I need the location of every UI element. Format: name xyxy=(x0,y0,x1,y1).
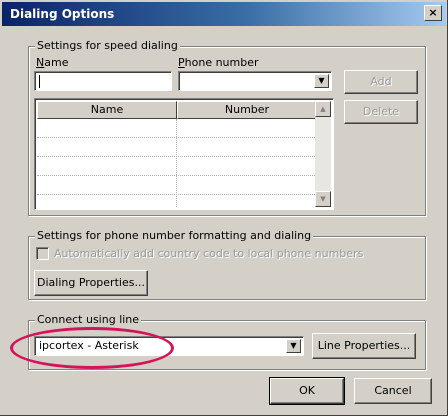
vertical-scrollbar[interactable]: ▲ ▼ xyxy=(315,101,331,207)
ok-button[interactable]: OK xyxy=(269,377,345,405)
title-bar[interactable]: Dialing Options × xyxy=(2,2,446,26)
phone-number-combo[interactable]: ▼ xyxy=(178,71,332,91)
list-item[interactable] xyxy=(37,138,317,157)
close-button[interactable]: × xyxy=(424,5,442,21)
scroll-up-icon[interactable]: ▲ xyxy=(315,101,331,117)
line-properties-button[interactable]: Line Properties... xyxy=(312,333,416,359)
connect-line-group-label: Connect using line xyxy=(35,313,142,326)
formatting-group-label: Settings for phone number formatting and… xyxy=(35,229,314,242)
dialing-properties-button[interactable]: Dialing Properties... xyxy=(34,270,148,296)
speed-dial-list[interactable]: Name Number ▲ ▼ xyxy=(34,98,334,210)
list-item[interactable] xyxy=(37,119,317,138)
highlight-ellipse xyxy=(10,327,174,369)
speed-dialing-group-label: Settings for speed dialing xyxy=(35,39,180,52)
auto-country-code-label: Automatically add country code to local … xyxy=(54,247,364,260)
phone-number-label: Phone number xyxy=(178,56,259,69)
column-header-number[interactable]: Number xyxy=(177,101,317,119)
column-divider xyxy=(176,119,177,207)
window-title: Dialing Options xyxy=(10,7,115,21)
scroll-down-icon[interactable]: ▼ xyxy=(315,191,331,207)
list-item[interactable] xyxy=(37,157,317,176)
dialing-options-dialog: Dialing Options × Settings for speed dia… xyxy=(0,0,448,416)
auto-country-code-checkbox[interactable] xyxy=(36,247,49,260)
name-input[interactable] xyxy=(34,71,172,91)
delete-button[interactable]: Delete xyxy=(344,100,418,124)
list-item[interactable] xyxy=(37,176,317,195)
name-label: Name xyxy=(36,56,69,69)
column-header-name[interactable]: Name xyxy=(37,101,177,119)
add-button[interactable]: Add xyxy=(344,70,418,94)
chevron-down-icon[interactable]: ▼ xyxy=(314,74,329,88)
text-caret xyxy=(39,74,40,88)
chevron-down-icon[interactable]: ▼ xyxy=(286,339,301,353)
cancel-button[interactable]: Cancel xyxy=(354,378,432,404)
